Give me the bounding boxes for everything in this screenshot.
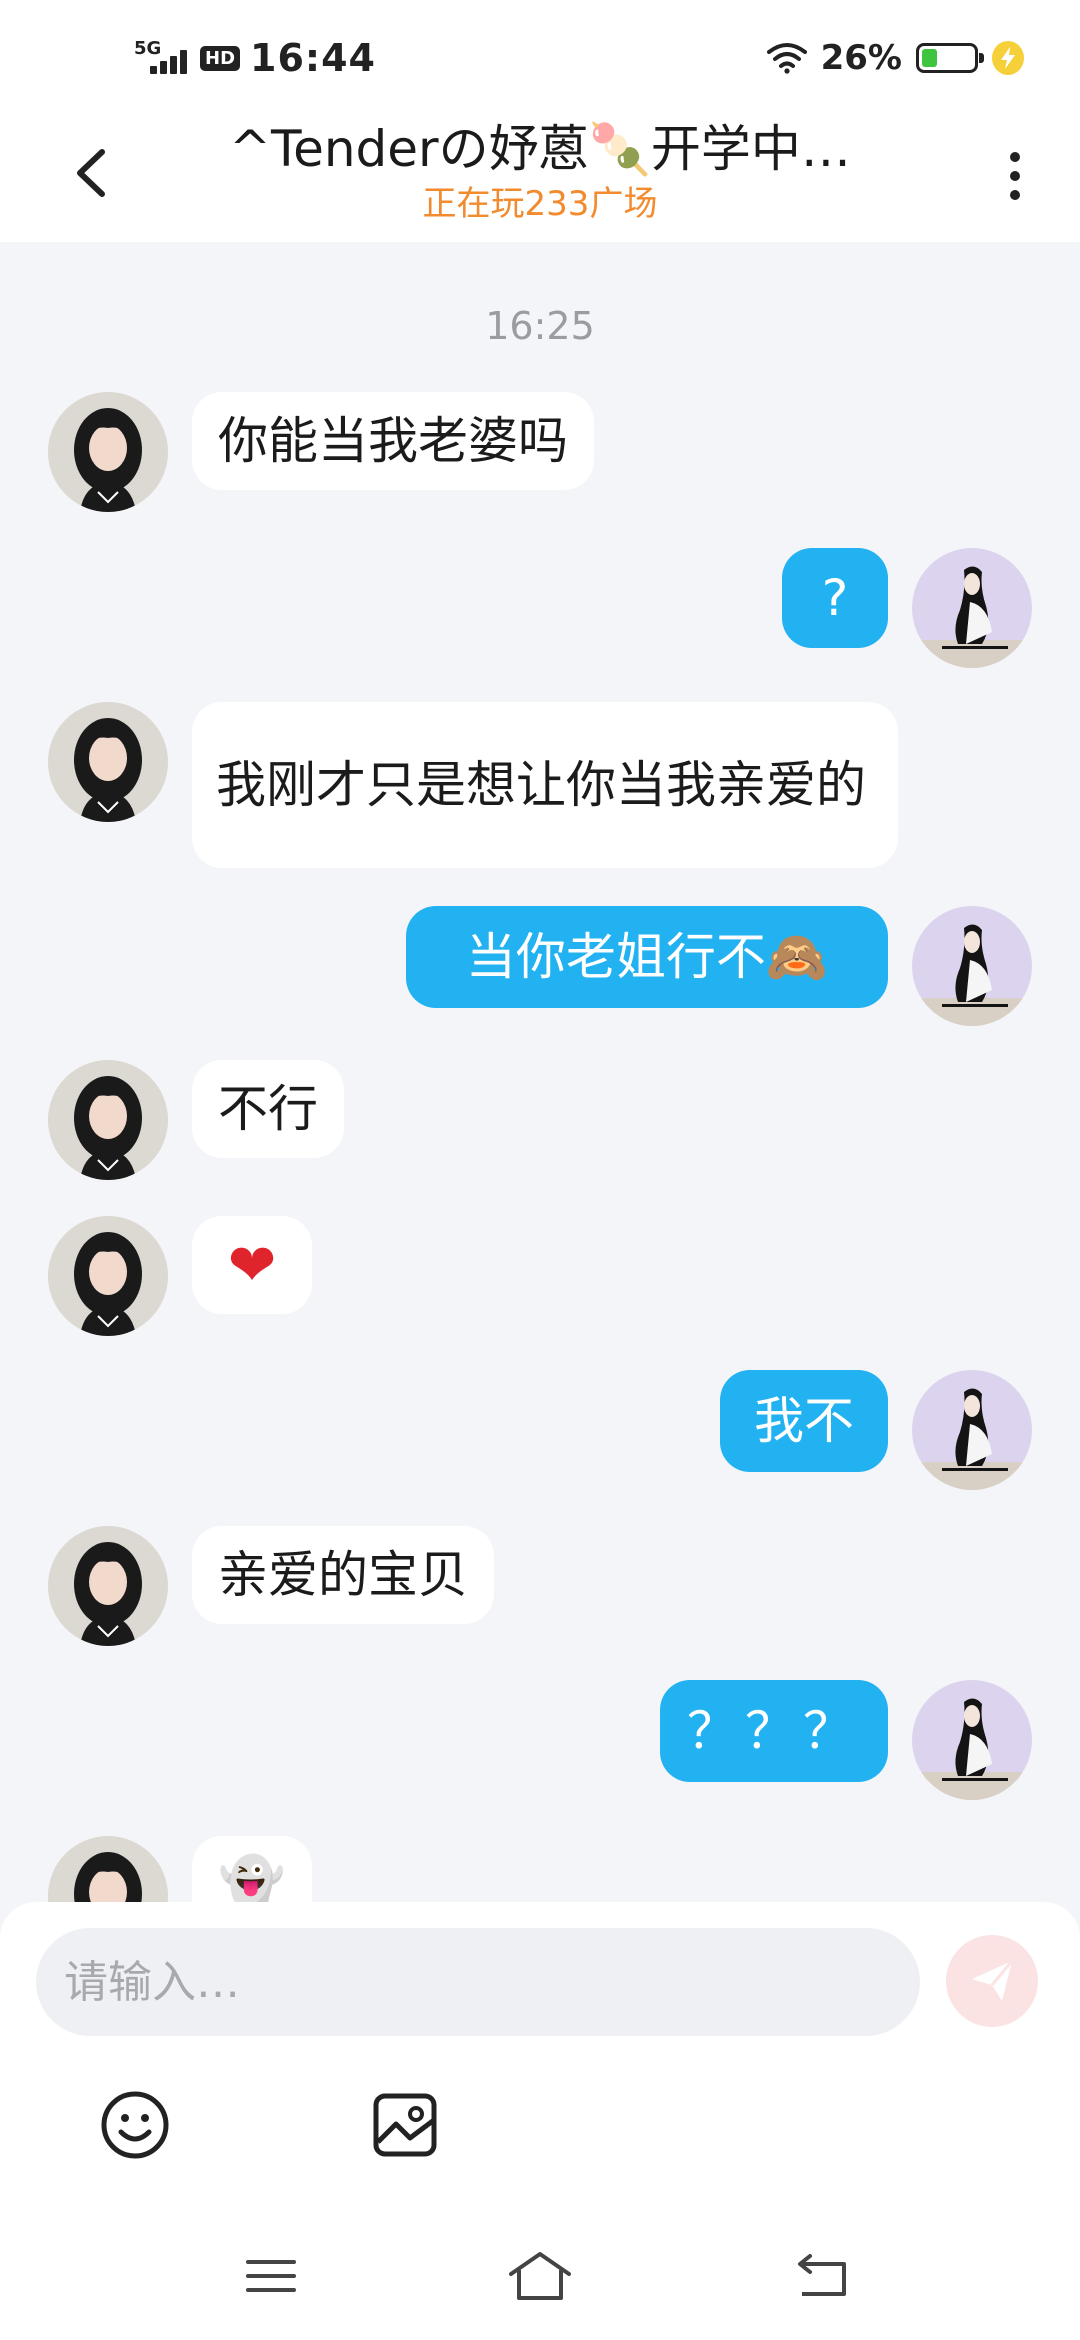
contact-avatar[interactable] <box>48 1060 168 1180</box>
message-bubble-incoming[interactable]: 不行 <box>192 1060 344 1158</box>
message-input[interactable] <box>36 1928 920 2036</box>
my-avatar[interactable] <box>912 548 1032 668</box>
wifi-icon <box>766 43 807 74</box>
status-right: 26% <box>766 38 1024 78</box>
contact-avatar[interactable] <box>48 392 168 512</box>
message-bubble-outgoing[interactable]: 我不 <box>720 1370 888 1472</box>
status-time: 16:44 <box>250 36 376 80</box>
charging-icon <box>992 41 1024 75</box>
message-timestamp: 16:25 <box>485 304 595 348</box>
message-bubble-outgoing[interactable]: ? <box>782 548 888 648</box>
chat-header: ^Tenderの妤蒽🍡开学中… 正在玩233广场 <box>0 108 1080 242</box>
return-icon[interactable] <box>788 2246 858 2306</box>
system-nav-bar <box>0 2220 1080 2340</box>
contact-avatar[interactable] <box>48 1526 168 1646</box>
home-icon[interactable] <box>505 2246 575 2306</box>
message-bubble-incoming[interactable]: 👻 <box>192 1836 312 1902</box>
my-avatar[interactable] <box>912 1370 1032 1490</box>
send-icon[interactable] <box>946 1935 1038 2027</box>
back-arrow-icon[interactable] <box>60 138 130 208</box>
message-bubble-outgoing[interactable]: ？？？ <box>660 1680 888 1782</box>
contact-avatar[interactable] <box>48 1216 168 1336</box>
input-panel <box>0 1902 1080 2340</box>
message-bubble-incoming[interactable]: 你能当我老婆吗 <box>192 392 594 490</box>
battery-icon <box>916 43 984 73</box>
contact-name: ^Tenderの妤蒽🍡开学中… <box>229 120 851 178</box>
more-vertical-icon[interactable] <box>980 136 1050 216</box>
battery-fill <box>922 49 937 67</box>
image-icon[interactable] <box>360 2080 450 2170</box>
hd-badge: HD <box>200 45 241 71</box>
menu-icon[interactable] <box>236 2246 306 2306</box>
message-bubble-incoming[interactable]: 我刚才只是想让你当我亲爱的 <box>192 702 898 868</box>
message-list[interactable]: 16:25 你能当我老婆吗 ? 我刚才只是想让你当我亲爱的 当你老姐行不🙈 不行… <box>0 242 1080 1902</box>
battery-percent: 26% <box>820 38 902 78</box>
signal-icon: 5G <box>134 38 190 78</box>
contact-avatar[interactable] <box>48 702 168 822</box>
my-avatar[interactable] <box>912 1680 1032 1800</box>
my-avatar[interactable] <box>912 906 1032 1026</box>
contact-avatar[interactable] <box>48 1836 168 1902</box>
message-bubble-outgoing[interactable]: 当你老姐行不🙈 <box>406 906 888 1008</box>
message-bubble-incoming[interactable]: ❤ <box>192 1216 312 1314</box>
contact-status: 正在玩233广场 <box>422 184 658 224</box>
header-title-block[interactable]: ^Tenderの妤蒽🍡开学中… 正在玩233广场 <box>160 116 920 226</box>
status-bar: 5G HD 16:44 26% <box>0 0 1080 108</box>
emoji-icon[interactable] <box>90 2080 180 2170</box>
status-left: 5G HD 16:44 <box>134 36 376 80</box>
network-type: 5G <box>134 38 162 59</box>
message-bubble-incoming[interactable]: 亲爱的宝贝 <box>192 1526 494 1624</box>
